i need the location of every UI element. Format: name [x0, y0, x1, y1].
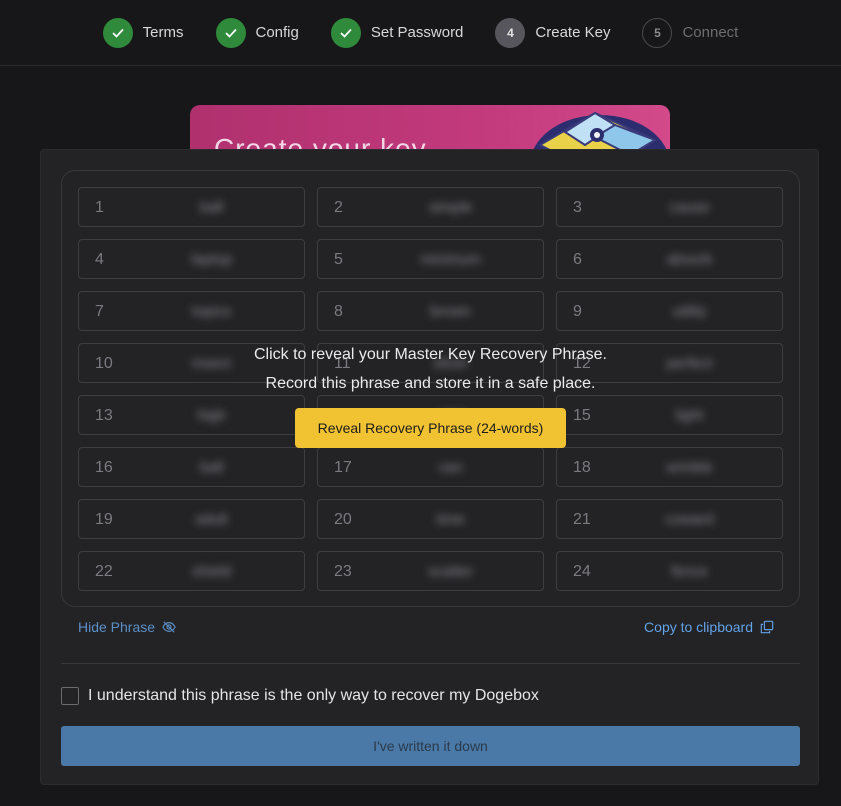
step-number: 4 [495, 17, 526, 48]
word-value: ball [199, 459, 224, 476]
step-number: 5 [642, 17, 673, 48]
word-value: fence [671, 563, 708, 580]
word-number: 8 [334, 303, 343, 320]
word-value: absorb [666, 251, 713, 268]
hide-phrase-label: Hide Phrase [78, 619, 156, 635]
word-value: wrinkle [666, 459, 713, 476]
word-number: 9 [573, 303, 582, 320]
step-create-key: 4 Create Key [495, 17, 611, 48]
overlay-line-2: Record this phrase and store it in a saf… [265, 375, 596, 392]
word-number: 19 [95, 511, 113, 528]
phrase-word-cell: 18 wrinkle [556, 447, 783, 487]
word-value: adult [195, 511, 228, 528]
word-number: 16 [95, 459, 113, 476]
setup-stepper: Terms Config Set Password 4 Create Key 5 Conne… [0, 0, 841, 66]
word-number: 22 [95, 563, 113, 580]
phrase-word-cell: 5 minimum [317, 239, 544, 279]
step-config: Config [215, 17, 299, 48]
phrase-word-cell: 16 ball [78, 447, 305, 487]
word-value: topics [191, 303, 232, 320]
step-terms: Terms [102, 17, 184, 48]
section-divider [61, 663, 800, 664]
phrase-word-cell: 7 topics [78, 291, 305, 331]
word-number: 6 [573, 251, 582, 268]
understand-checkbox[interactable] [61, 687, 79, 705]
phrase-word-cell: 9 utility [556, 291, 783, 331]
word-value: van [438, 459, 463, 476]
word-number: 2 [334, 199, 343, 216]
word-value: brown [430, 303, 471, 320]
overlay-line-1: Click to reveal your Master Key Recovery… [253, 346, 607, 363]
recovery-phrase-panel: 1 ball 2 simple 3 cause 4 laptop 5 minimum 6 absorb… [40, 149, 819, 785]
phrase-word-cell: 1 ball [78, 187, 305, 227]
phrase-word-cell: 6 absorb [556, 239, 783, 279]
written-it-down-button[interactable]: I've written it down [61, 726, 800, 766]
word-number: 21 [573, 511, 591, 528]
step-connect: 5 Connect [642, 17, 739, 48]
word-value: laptop [191, 251, 232, 268]
word-value: cause [669, 199, 710, 216]
word-value: scatter [427, 563, 473, 580]
word-value: shield [191, 563, 232, 580]
hide-phrase-link[interactable]: Hide Phrase [78, 619, 176, 635]
reveal-overlay: Click to reveal your Master Key Recovery… [41, 340, 820, 448]
word-value: simple [428, 199, 473, 216]
phrase-word-cell: 2 simple [317, 187, 544, 227]
phrase-word-cell: 3 cause [556, 187, 783, 227]
phrase-word-cell: 8 brown [317, 291, 544, 331]
step-label: Set Password [370, 24, 464, 41]
word-number: 23 [334, 563, 352, 580]
step-label: Config [255, 24, 299, 41]
reveal-phrase-button[interactable]: Reveal Recovery Phrase (24-words) [295, 408, 566, 448]
copy-icon [760, 620, 774, 634]
check-icon [215, 17, 246, 48]
word-value: coward [665, 511, 714, 528]
eye-off-icon [162, 620, 176, 634]
word-number: 18 [573, 459, 591, 476]
step-label: Terms [142, 24, 184, 41]
word-value: time [436, 511, 465, 528]
check-icon [102, 17, 133, 48]
word-value: ball [199, 199, 224, 216]
copy-to-clipboard-link[interactable]: Copy to clipboard [644, 619, 774, 635]
word-value: utility [672, 303, 707, 320]
phrase-word-cell: 19 adult [78, 499, 305, 539]
phrase-word-cell: 20 time [317, 499, 544, 539]
phrase-word-cell: 21 coward [556, 499, 783, 539]
check-icon [330, 17, 361, 48]
step-label: Connect [682, 24, 739, 41]
phrase-word-cell: 4 laptop [78, 239, 305, 279]
phrase-word-cell: 22 shield [78, 551, 305, 591]
word-value: minimum [420, 251, 481, 268]
word-number: 1 [95, 199, 104, 216]
word-number: 5 [334, 251, 343, 268]
word-number: 17 [334, 459, 352, 476]
word-number: 24 [573, 563, 591, 580]
step-set-password: Set Password [330, 17, 464, 48]
copy-label: Copy to clipboard [644, 619, 753, 635]
word-number: 20 [334, 511, 352, 528]
step-label: Create Key [535, 24, 611, 41]
phrase-word-cell: 17 van [317, 447, 544, 487]
understand-checkbox-row[interactable]: I understand this phrase is the only way… [61, 687, 539, 705]
phrase-word-cell: 23 scatter [317, 551, 544, 591]
word-number: 4 [95, 251, 104, 268]
understand-checkbox-label[interactable]: I understand this phrase is the only way… [88, 687, 539, 705]
word-number: 3 [573, 199, 582, 216]
phrase-word-cell: 24 fence [556, 551, 783, 591]
word-number: 7 [95, 303, 104, 320]
